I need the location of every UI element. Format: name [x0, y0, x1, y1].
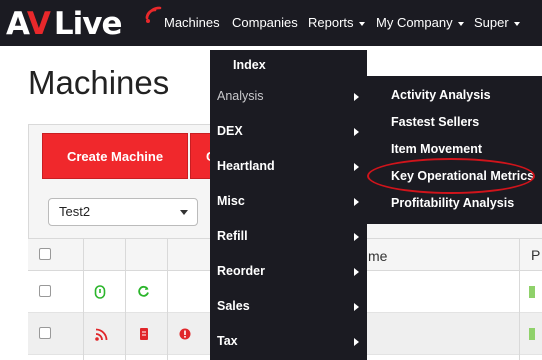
column-divider	[167, 239, 168, 360]
column-header-p[interactable]: P	[531, 247, 540, 263]
menu-item-analysis[interactable]: Analysis	[217, 89, 264, 104]
caret-down-icon	[358, 21, 365, 26]
logo-text: AV Live	[6, 6, 123, 42]
nav-reports[interactable]: Reports	[308, 15, 365, 30]
nav-reports-label: Reports	[308, 15, 354, 30]
secondary-button[interactable]: C	[190, 133, 212, 179]
status-bar	[529, 328, 535, 340]
column-divider	[125, 239, 126, 360]
submenu-item-profitability-analysis[interactable]: Profitability Analysis	[391, 196, 514, 211]
select-all-checkbox[interactable]	[39, 248, 51, 260]
submenu-item-fastest-sellers[interactable]: Fastest Sellers	[391, 115, 479, 130]
nav-companies[interactable]: Companies	[232, 15, 298, 30]
filter-select[interactable]: Test2	[48, 198, 198, 226]
column-divider	[519, 239, 520, 360]
chevron-right-icon	[354, 268, 359, 276]
filter-select-value: Test2	[59, 204, 91, 219]
menu-item-index[interactable]: Index	[233, 58, 266, 73]
chevron-right-icon	[354, 163, 359, 171]
top-navbar: AV Live Machines Companies Reports My Com…	[0, 0, 542, 46]
rss-signal-icon	[95, 328, 108, 341]
sync-icon	[138, 285, 149, 297]
menu-item-heartland[interactable]: Heartland	[217, 159, 275, 174]
nav-my-company-label: My Company	[376, 15, 453, 30]
menu-item-sales[interactable]: Sales	[217, 299, 250, 314]
highlight-annotation-ellipse	[367, 158, 535, 194]
chevron-right-icon	[354, 233, 359, 241]
caret-down-icon	[513, 21, 520, 26]
wireless-signal-icon	[145, 6, 162, 23]
analysis-submenu: Activity Analysis Fastest Sellers Item M…	[367, 76, 542, 224]
alert-icon	[179, 328, 191, 340]
nav-my-company[interactable]: My Company	[376, 15, 464, 30]
device-online-icon	[94, 285, 106, 299]
chevron-right-icon	[354, 338, 359, 346]
caret-down-icon	[457, 21, 464, 26]
menu-item-tax[interactable]: Tax	[217, 334, 238, 349]
chevron-right-icon	[354, 198, 359, 206]
avlive-logo[interactable]: AV Live	[6, 6, 162, 42]
chevron-down-icon	[180, 210, 188, 215]
reports-dropdown-menu: Index Analysis DEX Heartland Misc Refill…	[210, 50, 367, 360]
menu-item-misc[interactable]: Misc	[217, 194, 245, 209]
submenu-item-item-movement[interactable]: Item Movement	[391, 142, 482, 157]
chevron-right-icon	[354, 128, 359, 136]
chevron-right-icon	[354, 303, 359, 311]
status-bar	[529, 286, 535, 298]
page: AV Live Machines Companies Reports My Com…	[0, 0, 542, 360]
menu-item-dex[interactable]: DEX	[217, 124, 243, 139]
nav-super-label: Super	[474, 15, 509, 30]
column-header-name[interactable]: me	[368, 248, 387, 264]
page-title: Machines	[28, 64, 170, 101]
row-checkbox[interactable]	[39, 285, 51, 297]
nav-super[interactable]: Super	[474, 15, 520, 30]
chevron-right-icon	[354, 93, 359, 101]
create-machine-button[interactable]: Create Machine	[42, 133, 188, 179]
nav-machines[interactable]: Machines	[164, 15, 220, 30]
submenu-item-activity-analysis[interactable]: Activity Analysis	[391, 88, 491, 103]
menu-item-reorder[interactable]: Reorder	[217, 264, 265, 279]
battery-icon	[140, 328, 148, 340]
menu-item-refill[interactable]: Refill	[217, 229, 248, 244]
row-checkbox[interactable]	[39, 327, 51, 339]
column-divider	[83, 239, 84, 360]
